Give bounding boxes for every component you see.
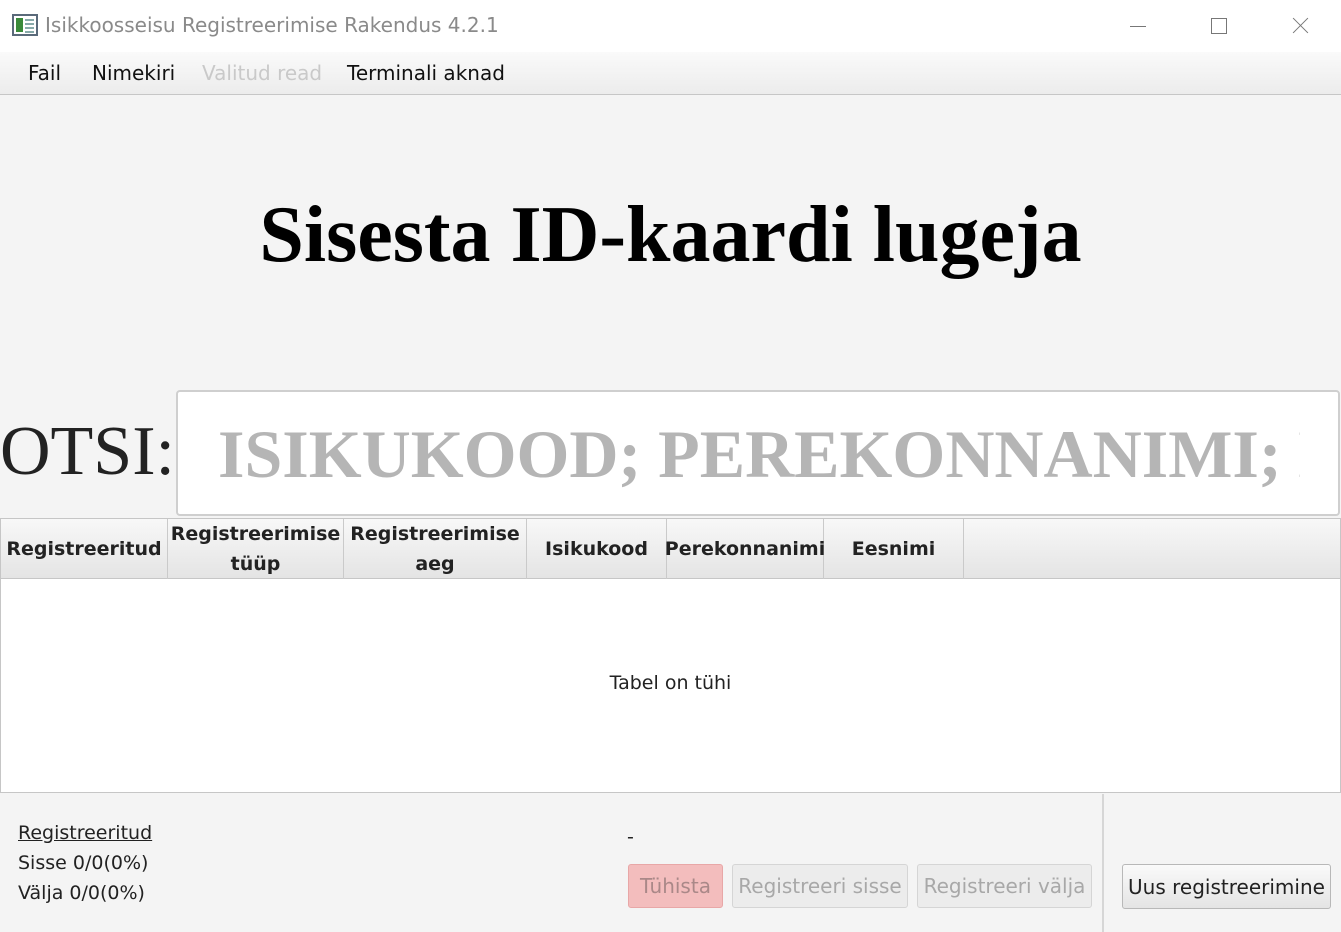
title-bar: Isikkoosseisu Registreerimise Rakendus 4… bbox=[0, 0, 1341, 52]
stats-in: Sisse 0/0(0%) bbox=[18, 852, 149, 874]
column-header-perekonnanimi[interactable]: Perekonnanimi bbox=[664, 519, 826, 579]
stats-title-link[interactable]: Registreeritud bbox=[18, 822, 152, 844]
close-icon bbox=[1292, 18, 1308, 34]
selection-status: - bbox=[627, 826, 634, 848]
register-out-button[interactable]: Registreeri välja bbox=[917, 864, 1092, 908]
stats-out: Välja 0/0(0%) bbox=[18, 882, 145, 904]
menu-terminali-aknad[interactable]: Terminali aknad bbox=[347, 61, 505, 85]
main-heading: Sisesta ID-kaardi lugeja bbox=[259, 191, 1082, 279]
column-header-registreerimise-tyyp[interactable]: Registreerimise tüüp bbox=[168, 519, 344, 579]
close-button[interactable] bbox=[1260, 0, 1340, 52]
column-header-label: Registreerimise bbox=[170, 523, 341, 545]
column-header-isikukood[interactable]: Isikukood bbox=[527, 519, 667, 579]
window-title: Isikkoosseisu Registreerimise Rakendus 4… bbox=[45, 13, 499, 37]
registrations-table: Registreeritud Registreerimise tüüp Regis… bbox=[0, 518, 1341, 793]
cancel-button[interactable]: Tühista bbox=[628, 864, 723, 908]
register-in-button[interactable]: Registreeri sisse bbox=[732, 864, 908, 908]
new-registration-button[interactable]: Uus registreerimine bbox=[1122, 864, 1331, 909]
column-header-label: aeg bbox=[415, 553, 455, 575]
minimize-button[interactable] bbox=[1098, 0, 1178, 52]
table-header: Registreeritud Registreerimise tüüp Regis… bbox=[1, 519, 1340, 579]
table-empty-message: Tabel on tühi bbox=[609, 672, 732, 694]
maximize-icon bbox=[1211, 18, 1227, 34]
menu-fail[interactable]: Fail bbox=[28, 61, 61, 85]
menu-valitud-read: Valitud read bbox=[202, 61, 323, 85]
search-box bbox=[176, 390, 1340, 516]
column-header-label: Registreerimise bbox=[350, 523, 520, 545]
app-icon bbox=[12, 14, 38, 36]
panel-divider bbox=[1102, 794, 1104, 932]
column-header-eesnimi[interactable]: Eesnimi bbox=[824, 519, 964, 579]
column-header-label: Isikukood bbox=[545, 538, 648, 560]
column-header-label: Registreeritud bbox=[6, 538, 162, 560]
search-input[interactable] bbox=[218, 412, 1300, 496]
minimize-icon bbox=[1130, 25, 1146, 27]
column-header-registreeritud[interactable]: Registreeritud bbox=[1, 519, 168, 579]
menu-nimekiri[interactable]: Nimekiri bbox=[92, 61, 175, 85]
column-header-label: Eesnimi bbox=[851, 538, 936, 560]
column-header-registreerimise-aeg[interactable]: Registreerimise aeg bbox=[344, 519, 527, 579]
column-header-label: Perekonnanimi bbox=[664, 538, 826, 560]
search-label: OTSI: bbox=[0, 413, 175, 490]
menu-bar: Fail Nimekiri Valitud read Terminali akn… bbox=[0, 52, 1341, 95]
maximize-button[interactable] bbox=[1179, 0, 1259, 52]
column-header-label: tüüp bbox=[230, 553, 281, 575]
